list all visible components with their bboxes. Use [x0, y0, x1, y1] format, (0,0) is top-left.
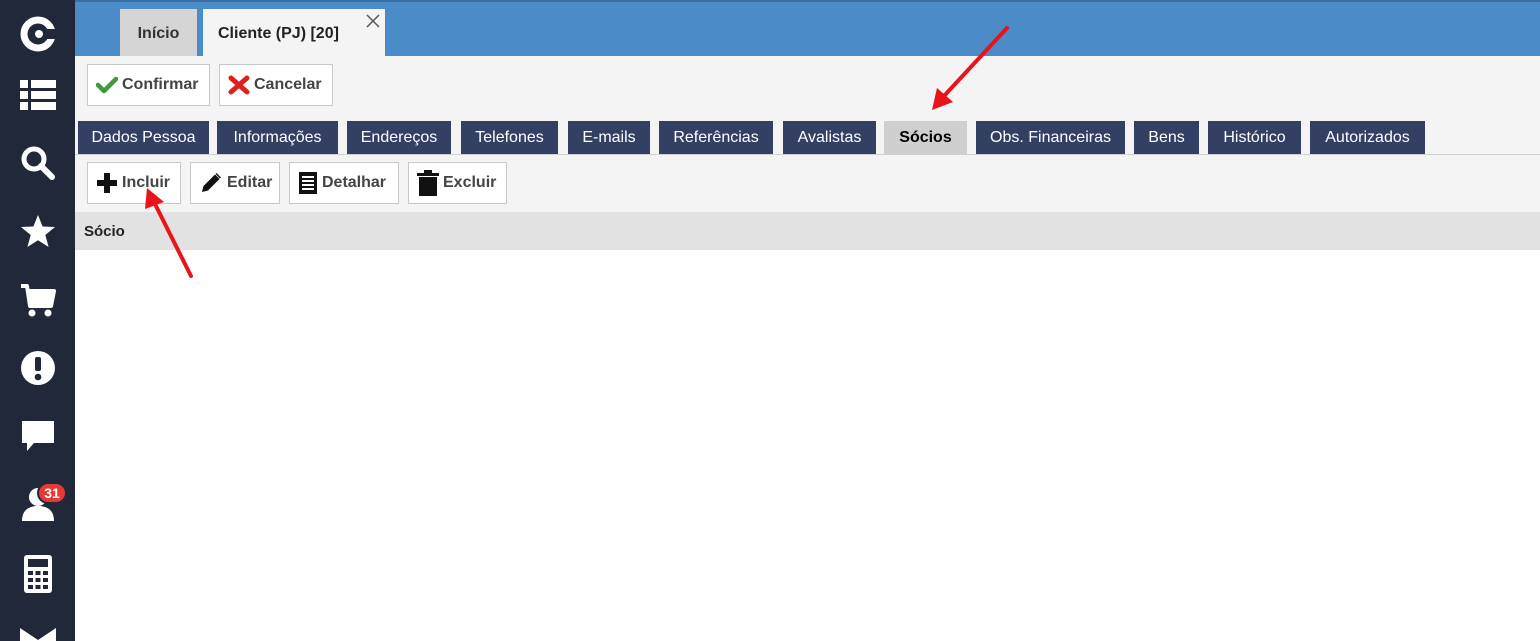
tab-historico[interactable]: Histórico	[1208, 121, 1301, 154]
mail-icon	[19, 628, 56, 641]
table-header: Sócio	[75, 212, 1540, 250]
tab-label: Obs. Financeiras	[990, 128, 1111, 146]
confirm-label: Confirmar	[122, 76, 199, 93]
tab-informacoes[interactable]: Informações	[217, 121, 338, 154]
tab-label: E-mails	[582, 128, 636, 146]
trash-icon	[417, 170, 439, 196]
app-window: 31 Início Cliente (PJ) [20] Confirmar Ca…	[0, 0, 1540, 641]
notification-badge: 31	[37, 482, 67, 504]
tab-inicio[interactable]: Início	[120, 9, 197, 58]
include-label: Incluir	[122, 174, 171, 191]
tab-enderecos[interactable]: Endereços	[347, 121, 451, 154]
tab-label: Dados Pessoa	[91, 128, 196, 146]
cancel-label: Cancelar	[254, 76, 322, 93]
tab-socios[interactable]: Sócios	[884, 121, 967, 154]
tab-avalistas[interactable]: Avalistas	[783, 121, 876, 154]
cross-icon	[228, 75, 250, 95]
tab-autorizados[interactable]: Autorizados	[1310, 121, 1425, 154]
sidebar-item-alerts[interactable]	[0, 334, 75, 402]
top-tab-bar: Início Cliente (PJ) [20]	[75, 0, 1540, 58]
form-action-bar: Confirmar Cancelar	[75, 56, 1540, 114]
tab-label: Telefones	[475, 128, 544, 146]
logo-icon	[20, 16, 56, 52]
chat-icon	[21, 421, 54, 451]
column-header-socio[interactable]: Sócio	[84, 223, 125, 240]
tab-label: Cliente (PJ) [20]	[218, 24, 339, 42]
detail-button[interactable]: Detalhar	[289, 162, 399, 204]
tab-telefones[interactable]: Telefones	[461, 121, 558, 154]
tab-label: Sócios	[899, 128, 952, 146]
sidebar-item-favorites[interactable]	[0, 197, 75, 265]
tab-bens[interactable]: Bens	[1134, 121, 1199, 154]
sidebar-item-search[interactable]	[0, 129, 75, 197]
tab-referencias[interactable]: Referências	[659, 121, 773, 154]
close-icon[interactable]	[365, 13, 381, 29]
cancel-button[interactable]: Cancelar	[219, 64, 333, 106]
include-button[interactable]: Incluir	[87, 162, 181, 204]
search-icon	[21, 146, 55, 180]
sidebar-item-menu[interactable]	[0, 61, 75, 129]
sidebar-item-chat[interactable]	[0, 402, 75, 470]
tab-label: Autorizados	[1325, 128, 1410, 146]
delete-label: Excluir	[443, 174, 497, 191]
check-icon	[96, 76, 118, 94]
cart-icon	[20, 284, 56, 317]
tab-dados-pessoa[interactable]: Dados Pessoa	[78, 121, 209, 154]
row-action-bar: Incluir Editar Detalhar Excluir	[75, 155, 1540, 212]
tab-label: Referências	[673, 128, 759, 146]
tab-obs-financeiras[interactable]: Obs. Financeiras	[976, 121, 1125, 154]
calculator-icon	[23, 555, 52, 593]
tab-label: Endereços	[360, 128, 438, 146]
tab-label: Histórico	[1223, 128, 1286, 146]
table-body	[75, 250, 1540, 641]
sidebar-item-calculator[interactable]	[0, 540, 75, 608]
tab-cliente-pj[interactable]: Cliente (PJ) [20]	[203, 9, 385, 58]
left-sidebar: 31	[0, 0, 75, 641]
list-icon	[19, 80, 56, 110]
star-icon	[20, 215, 55, 247]
section-tab-bar: Dados Pessoa Informações Endereços Telef…	[75, 114, 1540, 155]
delete-button[interactable]: Excluir	[408, 162, 507, 204]
plus-icon	[97, 173, 117, 193]
detail-label: Detalhar	[322, 174, 387, 191]
edit-label: Editar	[227, 174, 273, 191]
app-logo-button[interactable]	[0, 0, 75, 68]
tab-label: Início	[137, 24, 180, 42]
pencil-icon	[202, 173, 221, 192]
tab-label: Informações	[233, 128, 322, 146]
sidebar-item-users[interactable]	[0, 470, 75, 538]
sidebar-item-cart[interactable]	[0, 266, 75, 334]
tab-label: Bens	[1148, 128, 1185, 146]
edit-button[interactable]: Editar	[190, 162, 280, 204]
confirm-button[interactable]: Confirmar	[87, 64, 210, 106]
alert-icon	[20, 351, 55, 385]
sidebar-item-mail[interactable]	[0, 606, 75, 641]
tab-emails[interactable]: E-mails	[568, 121, 650, 154]
document-icon	[299, 172, 317, 194]
tab-label: Avalistas	[797, 128, 862, 146]
